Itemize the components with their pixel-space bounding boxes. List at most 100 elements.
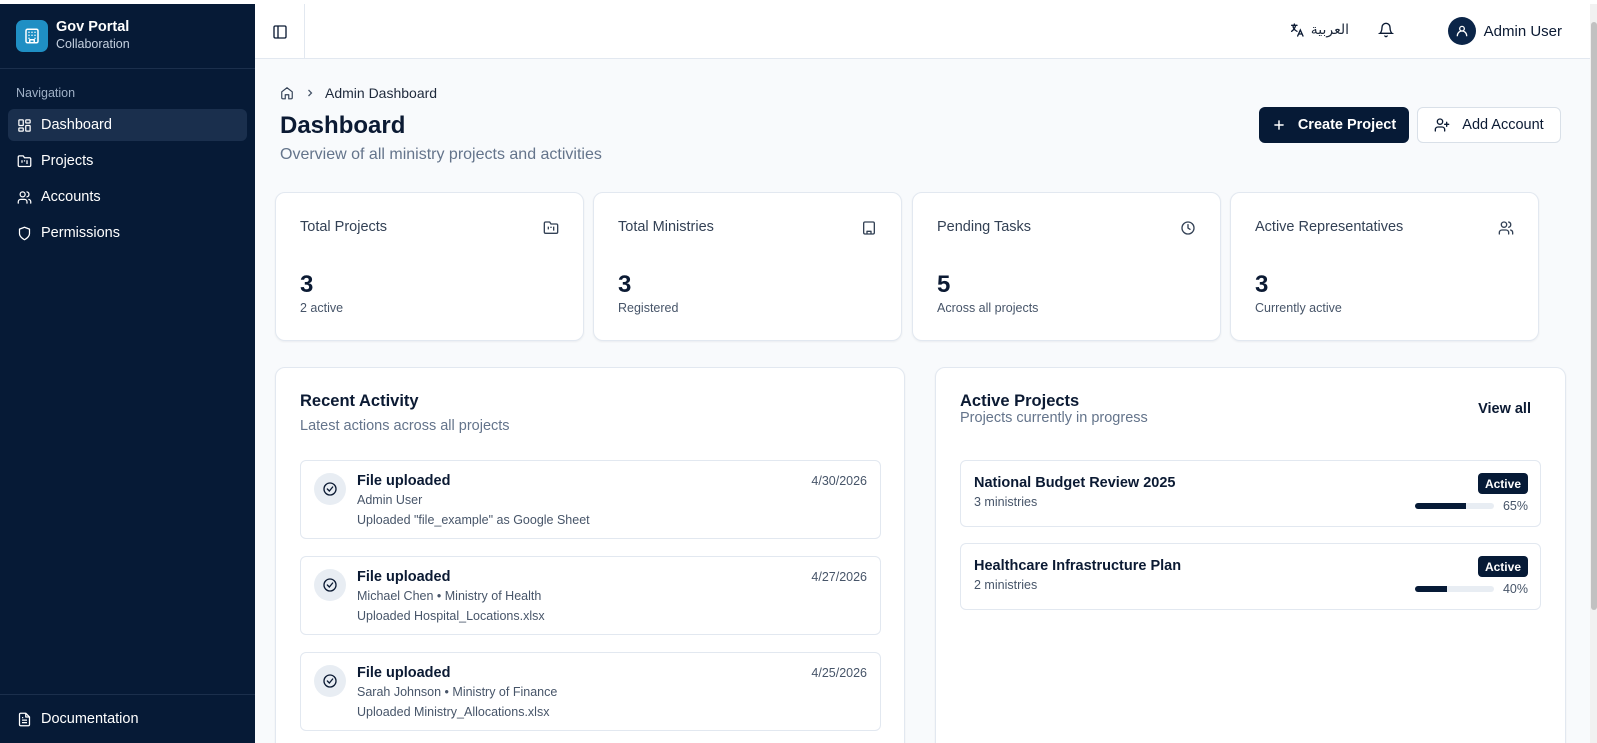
language-switcher[interactable]: العربية [1289, 21, 1349, 38]
create-project-label: Create Project [1297, 117, 1397, 133]
activity-description: Uploaded Ministry_Allocations.xlsx [357, 705, 550, 719]
activity-title: File uploaded [357, 473, 451, 489]
status-badge: Active [1477, 473, 1528, 494]
check-circle-icon [314, 473, 346, 505]
activity-item[interactable]: File uploaded Sarah Johnson • Ministry o… [300, 652, 881, 731]
activity-item[interactable]: File uploaded Michael Chen • Ministry of… [300, 556, 881, 635]
building-icon [863, 221, 875, 235]
user-name: Admin User [1483, 22, 1562, 40]
page-scrollbar[interactable] [1590, 4, 1597, 743]
add-account-label: Add Account [1462, 117, 1544, 133]
avatar [1447, 17, 1476, 45]
file-text-icon [18, 712, 31, 726]
activity-date: 4/30/2026 [811, 474, 867, 488]
project-card[interactable]: National Budget Review 2025 3 ministries… [960, 460, 1541, 527]
project-ministries: 3 ministries [974, 495, 1038, 509]
stat-value: 3 [300, 271, 314, 298]
page-title: Dashboard [280, 112, 406, 139]
user-menu[interactable]: Admin User [1447, 17, 1562, 45]
progress-percent: 65% [1502, 499, 1528, 513]
create-project-button[interactable]: Create Project [1259, 107, 1409, 143]
top-header: العربية Admin User [255, 4, 1590, 59]
stat-card-total-ministries: Total Ministries 3 Registered [593, 192, 902, 341]
translate-icon [1290, 22, 1304, 37]
panel-title: Recent Activity [300, 392, 419, 410]
panel-title: Active Projects [960, 392, 1080, 410]
notifications-button[interactable] [1377, 22, 1395, 43]
progress-bar [1415, 586, 1494, 592]
stat-note: Currently active [1255, 301, 1342, 315]
activity-date: 4/27/2026 [811, 570, 867, 584]
view-all-button[interactable]: View all [1478, 401, 1531, 417]
progress-fill [1415, 503, 1467, 509]
dashboard-icon [18, 118, 31, 132]
sidebar-item-dashboard[interactable]: Dashboard [8, 109, 247, 141]
folder-kanban-icon [17, 154, 32, 167]
documentation-label: Documentation [41, 711, 139, 727]
shield-icon [18, 226, 31, 240]
stat-label: Total Projects [300, 219, 388, 235]
sidebar-item-documentation[interactable]: Documentation [0, 694, 255, 743]
check-circle-icon [314, 569, 346, 601]
users-icon [1498, 221, 1514, 235]
stat-value: 3 [618, 271, 632, 298]
chevron-right-icon [308, 89, 313, 97]
status-badge: Active [1477, 556, 1528, 577]
stat-value: 3 [1255, 271, 1269, 298]
brand-subtitle: Collaboration [56, 37, 130, 51]
breadcrumb-current: Admin Dashboard [325, 85, 438, 101]
sidebar-item-label: Permissions [41, 225, 120, 241]
activity-title: File uploaded [357, 665, 451, 681]
project-card[interactable]: Healthcare Infrastructure Plan 2 ministr… [960, 543, 1541, 610]
sidebar-item-label: Projects [41, 153, 94, 169]
folder-icon [543, 221, 559, 234]
activity-title: File uploaded [357, 569, 451, 585]
scrollbar-thumb[interactable] [1591, 22, 1597, 610]
breadcrumb: Admin Dashboard [280, 85, 437, 101]
progress-fill [1415, 586, 1447, 592]
stat-card-total-projects: Total Projects 3 2 active [275, 192, 584, 341]
activity-description: Uploaded "file_example" as Google Sheet [357, 513, 590, 527]
main-content: Admin Dashboard Dashboard Overview of al… [275, 59, 1566, 743]
sidebar-item-label: Accounts [41, 189, 101, 205]
plus-icon [1274, 120, 1284, 130]
activity-user: Admin User [357, 493, 423, 507]
stat-note: 2 active [300, 301, 344, 315]
nav-heading: Navigation [16, 86, 76, 100]
page-subtitle: Overview of all ministry projects and ac… [280, 146, 602, 163]
activity-user: Michael Chen • Ministry of Health [357, 589, 542, 603]
project-name: Healthcare Infrastructure Plan [974, 558, 1182, 574]
stat-card-pending-tasks: Pending Tasks 5 Across all projects [912, 192, 1221, 341]
add-account-button[interactable]: Add Account [1417, 107, 1561, 143]
stat-note: Registered [618, 301, 679, 315]
sidebar-item-accounts[interactable]: Accounts [8, 181, 247, 213]
sidebar-toggle-button[interactable] [255, 4, 305, 59]
stat-value: 5 [937, 271, 951, 298]
activity-date: 4/25/2026 [811, 666, 867, 680]
activity-item[interactable]: File uploaded Admin User Uploaded "file_… [300, 460, 881, 539]
brand[interactable]: Gov Portal Collaboration [0, 4, 255, 69]
recent-activity-panel: Recent Activity Latest actions across al… [275, 367, 905, 743]
sidebar-item-projects[interactable]: Projects [8, 145, 247, 177]
stat-label: Total Ministries [618, 219, 714, 235]
project-ministries: 2 ministries [974, 578, 1038, 592]
sidebar: Gov Portal Collaboration Navigation Dash… [0, 4, 255, 743]
users-icon [17, 190, 32, 204]
language-label: العربية [1310, 21, 1349, 37]
sidebar-item-permissions[interactable]: Permissions [8, 217, 247, 249]
check-circle-icon [314, 665, 346, 697]
clock-icon [1181, 221, 1195, 235]
activity-user: Sarah Johnson • Ministry of Finance [357, 685, 558, 699]
home-icon[interactable] [280, 86, 294, 100]
user-plus-icon [1434, 118, 1450, 132]
building-logo-icon [16, 20, 48, 52]
brand-title: Gov Portal [56, 19, 130, 35]
sidebar-item-label: Dashboard [41, 117, 112, 133]
stat-label: Pending Tasks [937, 219, 1032, 235]
panel-subtitle: Projects currently in progress [960, 410, 1148, 426]
project-name: National Budget Review 2025 [974, 475, 1176, 491]
panel-subtitle: Latest actions across all projects [300, 418, 510, 434]
user-icon [1456, 25, 1467, 37]
stat-note: Across all projects [937, 301, 1039, 315]
stat-card-active-representatives: Active Representatives 3 Currently activ… [1230, 192, 1539, 341]
